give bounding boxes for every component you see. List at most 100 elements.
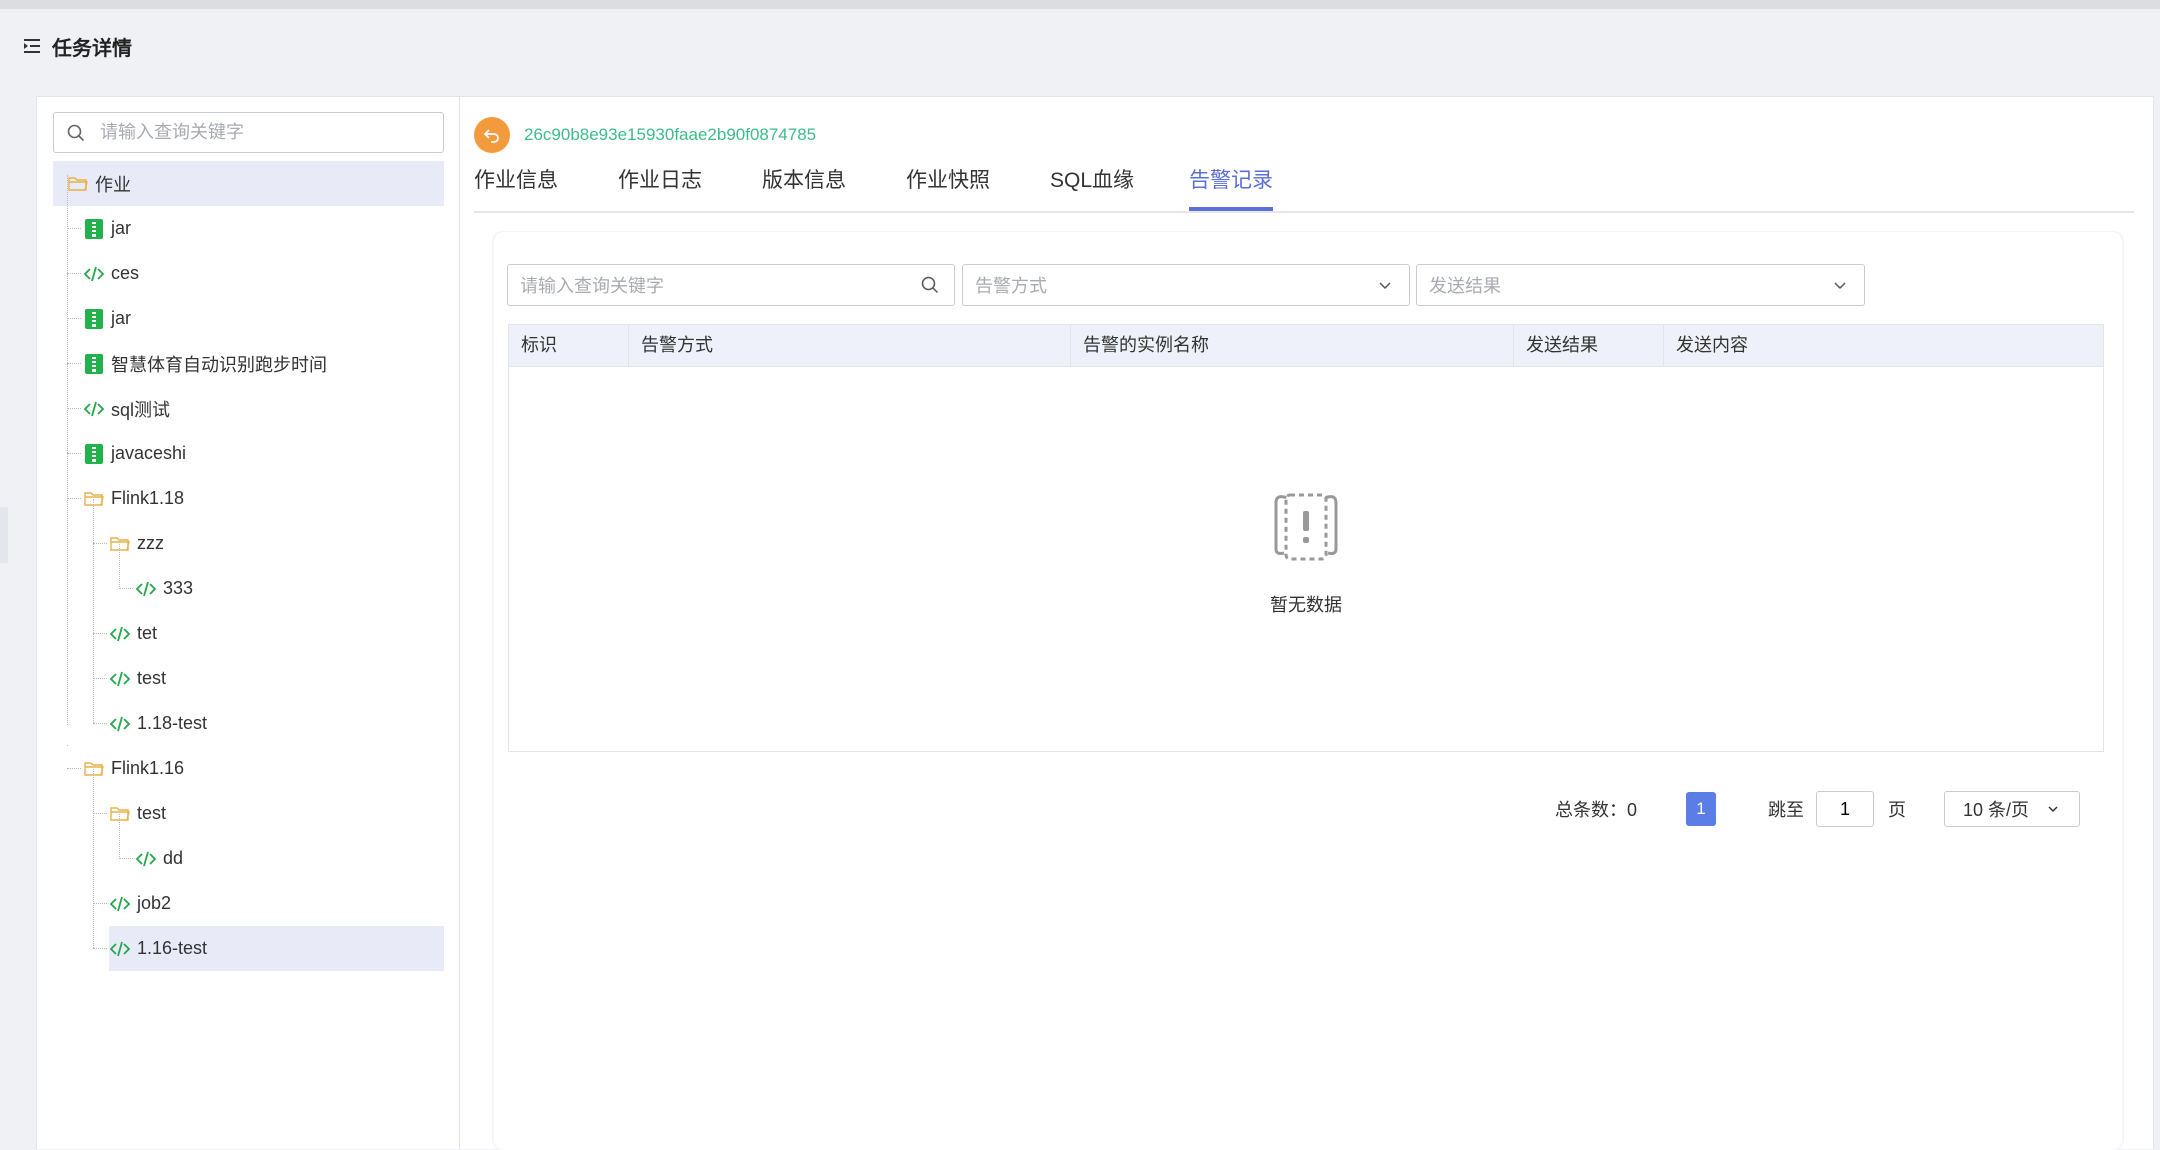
tab-job-snapshot[interactable]: 作业快照: [906, 163, 990, 207]
tree-connector: [93, 543, 107, 544]
tree-node-1-16-test[interactable]: 1.16-test: [109, 926, 444, 971]
tree-node-job2[interactable]: job2: [109, 881, 171, 926]
table-header: 标识 告警方式 告警的实例名称 发送结果 发送内容: [509, 325, 2103, 367]
job-id: 26c90b8e93e15930faae2b90f0874785: [524, 125, 817, 144]
tree-node-folder-root[interactable]: 作业: [53, 161, 444, 206]
back-button[interactable]: [474, 117, 510, 153]
column-header-send-result[interactable]: 发送结果: [1514, 325, 1664, 366]
job-header: 26c90b8e93e15930faae2b90f0874785: [474, 117, 816, 153]
folder-icon: [67, 173, 89, 195]
code-file-icon: [83, 263, 105, 285]
page-title: 任务详情: [52, 35, 132, 60]
tree-node-jar-1[interactable]: jar: [83, 206, 131, 251]
alert-method-placeholder: 告警方式: [975, 276, 1047, 296]
code-file-icon: [135, 848, 157, 870]
tree-node-test[interactable]: test: [109, 656, 166, 701]
tree-node-flink-1-16[interactable]: Flink1.16: [83, 746, 184, 791]
search-icon[interactable]: [920, 275, 940, 295]
job-tree-panel: 作业 jar ces jar 智慧体育自动识别跑步时间 sql测试 javaceshi Fli…: [36, 96, 460, 1149]
chevron-down-icon: [1834, 282, 1846, 290]
jump-page-input[interactable]: [1816, 791, 1874, 827]
menu-indent-icon[interactable]: [22, 36, 42, 56]
tab-version-info[interactable]: 版本信息: [762, 163, 846, 207]
collapse-handle[interactable]: [0, 507, 8, 563]
tree-node-label: 智慧体育自动识别跑步时间: [111, 354, 327, 375]
tree-node-dd[interactable]: dd: [135, 836, 183, 881]
tree-node-label: test: [137, 803, 167, 823]
tree-node-label: Flink1.16: [111, 758, 185, 778]
tree-search-input[interactable]: [98, 121, 432, 144]
tree-node-label: jar: [111, 218, 132, 238]
tree-node-label: job2: [137, 893, 172, 913]
tree-connector: [67, 745, 68, 746]
tree-node-label: tet: [137, 623, 158, 643]
code-file-icon: [109, 893, 131, 915]
tree-connector: [93, 769, 94, 948]
pagination-pages: 1: [1686, 790, 1716, 828]
alert-records-table: 标识 告警方式 告警的实例名称 发送结果 发送内容 暂无数据: [508, 324, 2104, 752]
folder-icon: [83, 758, 105, 780]
tab-alert-records[interactable]: 告警记录: [1189, 163, 1273, 211]
empty-state-text: 暂无数据: [1270, 595, 1342, 615]
tree-node-label: 作业: [95, 174, 131, 195]
keyword-search-input[interactable]: 请输入查询关键字: [507, 264, 955, 306]
column-header-send-content[interactable]: 发送内容: [1664, 325, 2103, 366]
jar-file-icon: [83, 443, 105, 465]
total-count: 总条数：0: [1555, 800, 1638, 820]
code-file-icon: [83, 398, 105, 420]
tree-node-ces[interactable]: ces: [83, 251, 139, 296]
tree-connector: [119, 588, 133, 589]
pagination-jump: 跳至 页: [1768, 790, 1906, 828]
tree-node-javaceshi[interactable]: javaceshi: [83, 431, 186, 476]
tree-connector: [67, 498, 81, 499]
page-size-select[interactable]: 10 条/页: [1944, 791, 2080, 827]
page-suffix: 页: [1888, 800, 1906, 820]
jump-label: 跳至: [1768, 800, 1804, 820]
tree-node-label: Flink1.18: [111, 488, 185, 508]
tree-node-label: ces: [111, 263, 140, 283]
empty-state: 暂无数据: [509, 485, 2103, 617]
tree-node-test-folder[interactable]: test: [109, 791, 166, 836]
tree-node-sql-test[interactable]: sql测试: [83, 386, 170, 431]
tree-node-333[interactable]: 333: [135, 566, 193, 611]
column-header-id[interactable]: 标识: [509, 325, 629, 366]
tree-connector: [67, 408, 81, 409]
send-result-placeholder: 发送结果: [1429, 276, 1501, 296]
tree-node-label: dd: [163, 848, 184, 868]
tree-node-zzz[interactable]: zzz: [109, 521, 164, 566]
jar-file-icon: [83, 353, 105, 375]
tree-node-label: 1.16-test: [137, 938, 208, 958]
tree-connector: [67, 363, 81, 364]
page-button-current[interactable]: 1: [1686, 792, 1716, 826]
tree-connector: [93, 813, 107, 814]
chevron-down-icon: [2048, 806, 2058, 813]
code-file-icon: [109, 713, 131, 735]
folder-icon: [109, 533, 131, 555]
column-header-alert-method[interactable]: 告警方式: [629, 325, 1071, 366]
tree-node-flink-1-18[interactable]: Flink1.18: [83, 476, 184, 521]
top-border: [0, 0, 2160, 9]
tree-node-smart-sports[interactable]: 智慧体育自动识别跑步时间: [83, 341, 327, 386]
tree-connector: [93, 948, 107, 949]
tab-job-info[interactable]: 作业信息: [474, 163, 558, 207]
send-result-select[interactable]: 发送结果: [1416, 264, 1865, 306]
alert-method-select[interactable]: 告警方式: [962, 264, 1410, 306]
tree-node-1-18-test[interactable]: 1.18-test: [109, 701, 207, 746]
back-arrow-icon: [483, 129, 499, 143]
column-header-instance-name[interactable]: 告警的实例名称: [1071, 325, 1514, 366]
tab-sql-lineage[interactable]: SQL血缘: [1050, 163, 1134, 207]
tree-connector: [67, 175, 68, 725]
tree-node-jar-2[interactable]: jar: [83, 296, 131, 341]
tree-node-label: sql测试: [111, 399, 171, 420]
folder-icon: [83, 488, 105, 510]
folder-icon: [109, 803, 131, 825]
tree-search-box[interactable]: [53, 112, 444, 153]
code-file-icon: [109, 668, 131, 690]
tree-connector: [93, 903, 107, 904]
tab-job-log[interactable]: 作业日志: [618, 163, 702, 207]
tree-node-label: 333: [163, 578, 194, 598]
tree-node-label: 1.18-test: [137, 713, 208, 733]
tree-connector: [93, 678, 107, 679]
tree-node-tet[interactable]: tet: [109, 611, 157, 656]
tree-connector: [93, 633, 107, 634]
